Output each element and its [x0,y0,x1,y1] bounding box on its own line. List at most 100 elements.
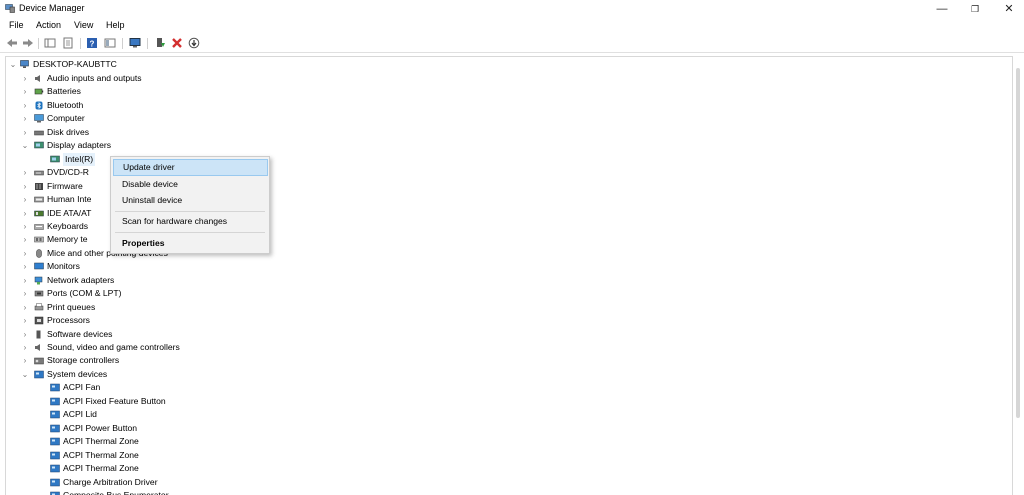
computer-icon [20,60,29,68]
tree-item-label: ACPI Lid [63,409,97,420]
tree-item-label: ACPI Thermal Zone [63,463,139,474]
collapse-chevron-icon[interactable]: ⌄ [21,368,29,381]
network-icon [34,276,43,285]
tree-item-label: Ports (COM & LPT) [47,288,122,299]
expand-chevron-icon[interactable]: › [21,287,29,300]
tree-item-label: Bluetooth [47,99,84,110]
dvd-icon [34,170,44,176]
expand-chevron-icon[interactable]: › [21,314,29,327]
system-device-icon [50,451,60,459]
menu-help[interactable]: Help [106,20,125,30]
back-arrow-icon[interactable] [6,37,18,49]
system-device-icon [50,424,60,432]
monitor-icon [34,263,44,270]
expand-chevron-icon[interactable]: › [21,220,29,233]
system-device-icon [50,478,60,486]
view-icon[interactable] [104,37,116,49]
display-adapter-icon [50,155,60,162]
menu-separator [115,232,265,233]
tree-item-label: Disk drives [47,126,90,137]
monitor-scan-icon[interactable] [129,37,141,49]
expand-chevron-icon[interactable]: › [21,166,29,179]
expand-chevron-icon[interactable]: › [21,274,29,287]
tree-item-label: Display adapters [47,140,112,151]
mouse-icon [36,249,42,258]
scrollbar-thumb[interactable] [1016,68,1020,418]
tree-item-label: DVD/CD-R [47,167,90,178]
expand-chevron-icon[interactable]: › [21,301,29,314]
minimize-button[interactable]: — [927,0,957,18]
vertical-scrollbar[interactable] [1013,56,1024,495]
expand-chevron-icon[interactable]: › [21,247,29,260]
update-driver-icon[interactable] [154,37,166,49]
tree-item-label: Computer [47,113,85,124]
expand-chevron-icon[interactable]: › [21,99,29,112]
tree-item-label: Intel(R) [63,152,96,166]
display-adapter-icon [34,142,44,149]
tree-item-label: Memory te [47,234,88,245]
system-device-icon [50,464,60,473]
expand-chevron-icon[interactable]: › [21,126,29,139]
port-icon [34,290,44,297]
tree-item-label: ACPI Thermal Zone [63,436,139,447]
menu-scan-hardware[interactable]: Scan for hardware changes [113,213,268,230]
tree-item-label: ACPI Thermal Zone [63,449,139,460]
tree-item-label: ACPI Fixed Feature Button [63,395,166,406]
forward-arrow-icon[interactable] [22,37,34,49]
battery-icon [34,89,44,95]
processor-icon [34,316,44,325]
expand-chevron-icon[interactable]: › [21,354,29,367]
window-title: Device Manager [19,3,85,13]
expand-chevron-icon[interactable]: › [21,341,29,354]
tree-item-label: Processors [47,315,90,326]
tree-item-label: System devices [47,368,108,379]
restore-button[interactable]: ❐ [960,0,990,18]
toolbar: ? [0,34,1024,53]
keyboard-icon [34,224,44,230]
menu-update-driver[interactable]: Update driver [113,159,268,176]
expand-chevron-icon[interactable]: › [21,85,29,98]
disk-drive-icon [34,130,44,136]
menu-properties[interactable]: Properties [113,235,268,252]
tree-item-label: Firmware [47,180,83,191]
computer-icon [34,114,44,123]
menu-uninstall-device[interactable]: Uninstall device [113,192,268,209]
title-bar: Device Manager — ❐ ✕ [0,0,1024,18]
bluetooth-icon [35,101,43,110]
system-device-icon [34,370,44,379]
tree-item-label: ACPI Fan [63,382,101,393]
menu-disable-device[interactable]: Disable device [113,176,268,193]
expand-chevron-icon[interactable]: › [21,193,29,206]
expand-chevron-icon[interactable]: › [21,72,29,85]
menu-file[interactable]: File [9,20,24,30]
expand-chevron-icon[interactable]: › [21,180,29,193]
expand-chevron-icon[interactable]: › [21,260,29,273]
printer-icon [34,302,44,310]
tree-item-label: Charge Arbitration Driver [63,476,158,487]
computer-name: DESKTOP-KAUBTTC [33,59,117,69]
storage-icon [34,358,44,365]
expand-chevron-icon[interactable]: › [21,207,29,220]
close-button[interactable]: ✕ [994,0,1024,18]
tree-item-label: ACPI Power Button [63,422,138,433]
menu-separator [115,211,265,212]
show-hide-console-tree-icon[interactable] [44,37,56,49]
collapse-chevron-icon[interactable]: ⌄ [9,58,17,71]
system-device-icon [50,411,60,419]
download-circle-icon[interactable] [188,37,200,49]
menu-view[interactable]: View [74,20,93,30]
toolbar-separator [147,38,148,49]
collapse-chevron-icon[interactable]: ⌄ [21,139,29,152]
menu-action[interactable]: Action [36,20,61,30]
help-icon[interactable]: ? [86,37,98,49]
expand-chevron-icon[interactable]: › [21,328,29,341]
speaker-icon [35,75,40,82]
device-tree: ⌄ DESKTOP-KAUBTTC › Audio inputs and outp… [5,56,1013,495]
firmware-icon [35,182,43,190]
expand-chevron-icon[interactable]: › [21,112,29,125]
context-menu: Update driver Disable device Uninstall d… [110,156,270,254]
expand-chevron-icon[interactable]: › [21,233,29,246]
system-device-icon [50,397,60,406]
uninstall-x-icon[interactable] [171,37,183,49]
properties-sheet-icon[interactable] [62,37,74,49]
